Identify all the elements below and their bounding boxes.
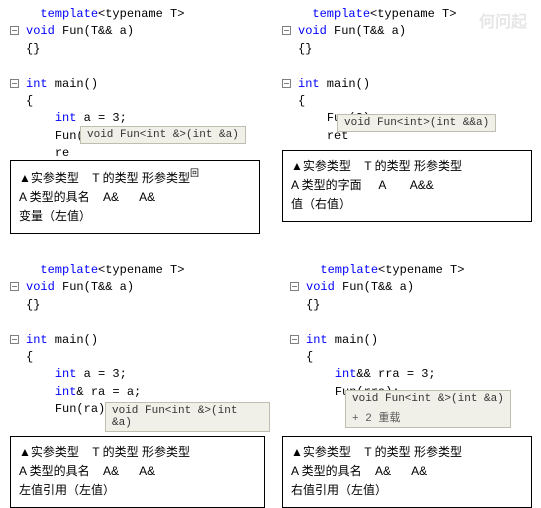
fold-icon xyxy=(282,26,291,35)
fold-icon xyxy=(290,282,299,291)
panel-q4: template<typename T> void Fun(T&& a) {} … xyxy=(290,262,530,401)
intellisense-hint-q2: void Fun<int>(int &&a) xyxy=(337,114,496,132)
code-q3: template<typename T> void Fun(T&& a) {} … xyxy=(10,262,270,419)
panel-q3: template<typename T> void Fun(T&& a) {} … xyxy=(10,262,270,419)
code-q4: template<typename T> void Fun(T&& a) {} … xyxy=(290,262,530,401)
watermark: 何问起 xyxy=(479,8,527,32)
info-q4: ▲实参类型 T 的类型 形参类型 A 类型的具名 A& A& 右值引用（左值） xyxy=(282,436,532,508)
info-q1: ▲实参类型 T 的类型 形参类型回 A 类型的具名 A& A& 变量（左值） xyxy=(10,160,260,234)
info-q3: ▲实参类型 T 的类型 形参类型 A 类型的具名 A& A& 左值引用（左值） xyxy=(10,436,265,508)
intellisense-hint-q1: void Fun<int &>(int &a) xyxy=(80,126,246,144)
fold-icon xyxy=(10,26,19,35)
fold-icon xyxy=(10,282,19,291)
panel-q1: template<typename T> void Fun(T&& a) {} … xyxy=(10,6,260,163)
fold-icon xyxy=(10,79,19,88)
info-q2: ▲实参类型 T 的类型 形参类型 A 类型的字面 A A&& 值（右值） xyxy=(282,150,532,222)
intellisense-hint-q4: void Fun<int &>(int &a) + 2 重载 xyxy=(345,390,511,428)
fold-icon xyxy=(10,335,19,344)
fold-icon xyxy=(290,335,299,344)
intellisense-hint-q3: void Fun<int &>(int &a) xyxy=(105,402,270,432)
fold-icon xyxy=(282,79,291,88)
